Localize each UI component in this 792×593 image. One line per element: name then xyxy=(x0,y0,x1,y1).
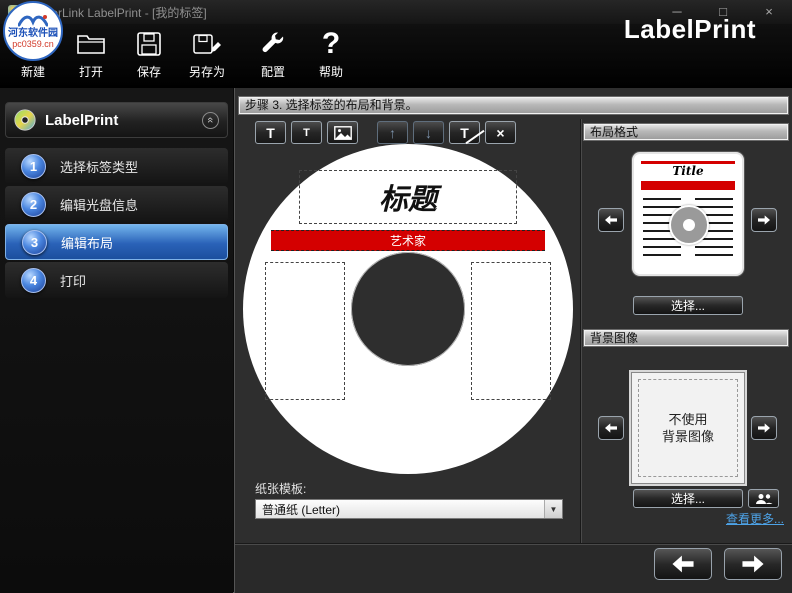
collapse-panel-button[interactable]: « xyxy=(202,111,219,129)
background-gallery-button[interactable] xyxy=(748,489,779,508)
save-as-icon xyxy=(192,26,222,62)
dropdown-arrow-icon: ▼ xyxy=(544,500,562,518)
sidebar-step-print[interactable]: 4 打印 xyxy=(5,262,228,298)
paper-template-dropdown[interactable]: 普通纸 (Letter) ▼ xyxy=(255,499,563,519)
help-question-icon: ? xyxy=(321,27,341,60)
big-arrow-left-icon xyxy=(672,555,694,573)
step-label: 编辑光盘信息 xyxy=(60,197,139,213)
step-label: 打印 xyxy=(60,273,87,289)
layout-select-button[interactable]: 选择... xyxy=(633,296,743,315)
step-number-badge: 4 xyxy=(21,267,46,293)
tools-icon xyxy=(259,26,287,62)
next-step-button[interactable] xyxy=(724,548,782,580)
delete-text-button[interactable]: T xyxy=(449,121,485,144)
edit-toolbar: T T ↑ ↓ T × xyxy=(255,121,521,144)
help-button[interactable]: ? 帮助 xyxy=(302,26,360,86)
previous-step-button[interactable] xyxy=(654,548,712,580)
image-icon xyxy=(333,125,352,140)
big-arrow-right-icon xyxy=(742,555,764,573)
background-none-text-line1: 不使用 xyxy=(668,412,708,427)
step-number-badge: 1 xyxy=(21,153,46,179)
add-text-button[interactable]: T xyxy=(255,121,286,144)
background-next-button[interactable] xyxy=(751,416,777,440)
step-list: 1 选择标签类型 2 编辑光盘信息 3 编辑布局 4 打印 xyxy=(0,146,233,300)
sidebar-header: LabelPrint « xyxy=(5,102,228,138)
layout-format-header: 布局格式 xyxy=(583,123,789,141)
disc-title-text: 标题 xyxy=(378,182,437,216)
disc-artist-text: 艺术家 xyxy=(389,234,426,248)
people-icon xyxy=(755,493,772,504)
save-button[interactable]: 保存 xyxy=(120,26,178,86)
view-more-link[interactable]: 查看更多... xyxy=(726,510,784,527)
chevron-up-icon: « xyxy=(204,116,217,124)
sidebar-title: LabelPrint xyxy=(45,111,119,129)
open-button-label: 打开 xyxy=(78,65,103,79)
panel-divider xyxy=(580,119,581,543)
disc-logo-icon xyxy=(14,109,36,131)
arrow-right-icon xyxy=(758,215,770,225)
disc-label-canvas: 标题 艺术家 xyxy=(243,144,573,474)
step-label: 编辑布局 xyxy=(61,235,114,251)
strikethrough-text-icon: T xyxy=(460,125,485,144)
disc-tracklist-box-left[interactable] xyxy=(265,262,345,400)
arrow-down-icon: ↓ xyxy=(425,124,432,141)
new-button-label: 新建 xyxy=(20,65,45,79)
watermark-logo-icon xyxy=(18,14,48,26)
layout-next-button[interactable] xyxy=(751,208,777,232)
text-format-button[interactable]: T xyxy=(291,121,322,144)
sidebar-step-edit-disc-info[interactable]: 2 编辑光盘信息 xyxy=(5,186,228,222)
step-instruction-bar: 步骤 3. 选择标签的布局和背景。 xyxy=(238,96,789,115)
text-icon: T xyxy=(266,124,275,141)
save-as-button[interactable]: 另存为 xyxy=(178,26,236,86)
close-x-icon: × xyxy=(496,124,505,141)
layout-preview-card[interactable]: Title xyxy=(632,152,744,276)
open-folder-icon xyxy=(76,26,106,62)
save-floppy-icon xyxy=(136,26,162,62)
layout-previous-button[interactable] xyxy=(598,208,624,232)
sidebar-step-select-label-type[interactable]: 1 选择标签类型 xyxy=(5,148,228,184)
delete-object-button[interactable]: × xyxy=(485,121,516,144)
arrow-left-icon xyxy=(605,215,617,225)
layout-preview-disc-hub xyxy=(669,205,709,245)
arrow-left-icon xyxy=(605,423,617,433)
configure-button-label: 配置 xyxy=(260,65,285,79)
disc-artist-band[interactable]: 艺术家 xyxy=(271,230,545,251)
open-button[interactable]: 打开 xyxy=(62,26,120,86)
watermark-url: pc0359.cn xyxy=(12,38,54,49)
background-preview-card[interactable]: 不使用 背景图像 xyxy=(631,372,745,484)
disc-title-field[interactable]: 标题 xyxy=(299,170,517,224)
paper-template-value: 普通纸 (Letter) xyxy=(262,502,341,517)
site-watermark: 河东软件园 pc0359.cn xyxy=(3,1,63,61)
move-up-button[interactable]: ↑ xyxy=(377,121,408,144)
disc-center-hole xyxy=(351,252,465,366)
disc-tracklist-box-right[interactable] xyxy=(471,262,551,400)
watermark-site-name: 河东软件园 xyxy=(8,27,58,39)
step-label: 选择标签类型 xyxy=(60,159,139,175)
small-text-icon: T xyxy=(303,126,310,139)
brand-logo: LabelPrint xyxy=(623,14,756,44)
layout-preview-red-bar xyxy=(641,181,735,190)
main-area: 步骤 3. 选择标签的布局和背景。 T T ↑ ↓ T × 标题 艺术家 纸张模… xyxy=(234,88,792,593)
add-image-button[interactable] xyxy=(327,121,358,144)
step-number-badge: 3 xyxy=(22,229,47,255)
step-number-badge: 2 xyxy=(21,191,46,217)
arrow-up-icon: ↑ xyxy=(389,124,396,141)
layout-preview-title: Title xyxy=(672,164,704,178)
save-button-label: 保存 xyxy=(136,65,161,79)
paper-template-label: 纸张模板: xyxy=(255,482,307,496)
move-down-button[interactable]: ↓ xyxy=(413,121,444,144)
background-select-button[interactable]: 选择... xyxy=(633,489,743,508)
background-previous-button[interactable] xyxy=(598,416,624,440)
sidebar-step-edit-layout[interactable]: 3 编辑布局 xyxy=(5,224,228,260)
configure-button[interactable]: 配置 xyxy=(244,26,302,86)
background-none-box: 不使用 背景图像 xyxy=(638,379,738,477)
background-none-text-line2: 背景图像 xyxy=(661,429,714,444)
app-window: CyberLink LabelPrint - [我的标签] ─ □ × 河东软件… xyxy=(0,0,792,593)
help-button-label: 帮助 xyxy=(318,65,343,79)
background-image-header: 背景图像 xyxy=(583,329,789,347)
arrow-right-icon xyxy=(758,423,770,433)
sidebar: LabelPrint « 1 选择标签类型 2 编辑光盘信息 3 编辑布局 4 … xyxy=(0,88,233,593)
save-as-button-label: 另存为 xyxy=(188,65,225,79)
